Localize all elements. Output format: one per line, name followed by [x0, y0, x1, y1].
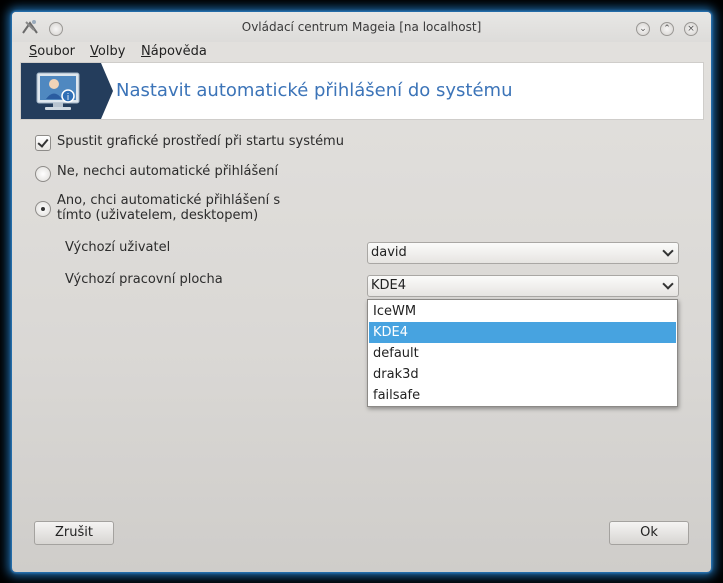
maximize-icon[interactable]: ⌃: [660, 22, 674, 36]
menu-napoveda[interactable]: Nápověda: [141, 44, 207, 59]
default-desktop-value: KDE4: [371, 278, 407, 293]
dropdown-option-icewm[interactable]: IceWM: [369, 301, 676, 322]
chevron-down-icon: [662, 245, 674, 257]
page-header: i Nastavit automatické přihlášení do sys…: [20, 62, 704, 120]
page-title: Nastavit automatické přihlášení do systé…: [116, 80, 513, 101]
default-desktop-label: Výchozí pracovní plocha: [65, 272, 223, 287]
minimize-icon[interactable]: ⌄: [636, 22, 650, 36]
close-icon[interactable]: ×: [684, 22, 698, 36]
dropdown-option-kde4[interactable]: KDE4: [369, 322, 676, 343]
window-title: Ovládací centrum Mageia [na localhost]: [241, 20, 482, 34]
default-desktop-combobox[interactable]: KDE4: [367, 275, 679, 297]
chevron-down-icon: [662, 278, 674, 290]
default-user-combobox[interactable]: david: [367, 242, 679, 264]
yes-autologin-radio[interactable]: [35, 201, 51, 217]
dropdown-option-drak3d[interactable]: drak3d: [369, 364, 676, 385]
graphical-start-checkbox[interactable]: [35, 135, 51, 151]
desktop-dropdown-list: IceWM KDE4 default drak3d failsafe: [367, 299, 678, 407]
svg-text:i: i: [67, 93, 70, 103]
menu-volby[interactable]: Volby: [90, 44, 125, 59]
graphical-start-label: Spustit grafické prostředí při startu sy…: [57, 134, 344, 149]
menu-soubor[interactable]: Soubor: [29, 44, 75, 59]
no-autologin-label: Ne, nechci automatické přihlášení: [57, 164, 279, 179]
yes-autologin-label-line2: tímto (uživatelem, desktopem): [57, 208, 259, 223]
menubar: Soubor Volby Nápověda: [12, 42, 711, 64]
main-window: Ovládací centrum Mageia [na localhost] ⌄…: [12, 12, 711, 572]
yes-autologin-label-line1: Ano, chci automatické přihlášení s: [57, 193, 281, 208]
titlebar[interactable]: Ovládací centrum Mageia [na localhost] ⌄…: [12, 12, 711, 42]
default-user-value: david: [371, 245, 407, 260]
ok-button[interactable]: Ok: [609, 521, 689, 545]
autologin-icon: i: [21, 63, 113, 119]
default-user-label: Výchozí uživatel: [65, 240, 171, 255]
dropdown-option-default[interactable]: default: [369, 343, 676, 364]
dropdown-option-failsafe[interactable]: failsafe: [369, 385, 676, 406]
cancel-button[interactable]: Zrušit: [34, 521, 114, 545]
no-autologin-radio[interactable]: [35, 166, 51, 182]
